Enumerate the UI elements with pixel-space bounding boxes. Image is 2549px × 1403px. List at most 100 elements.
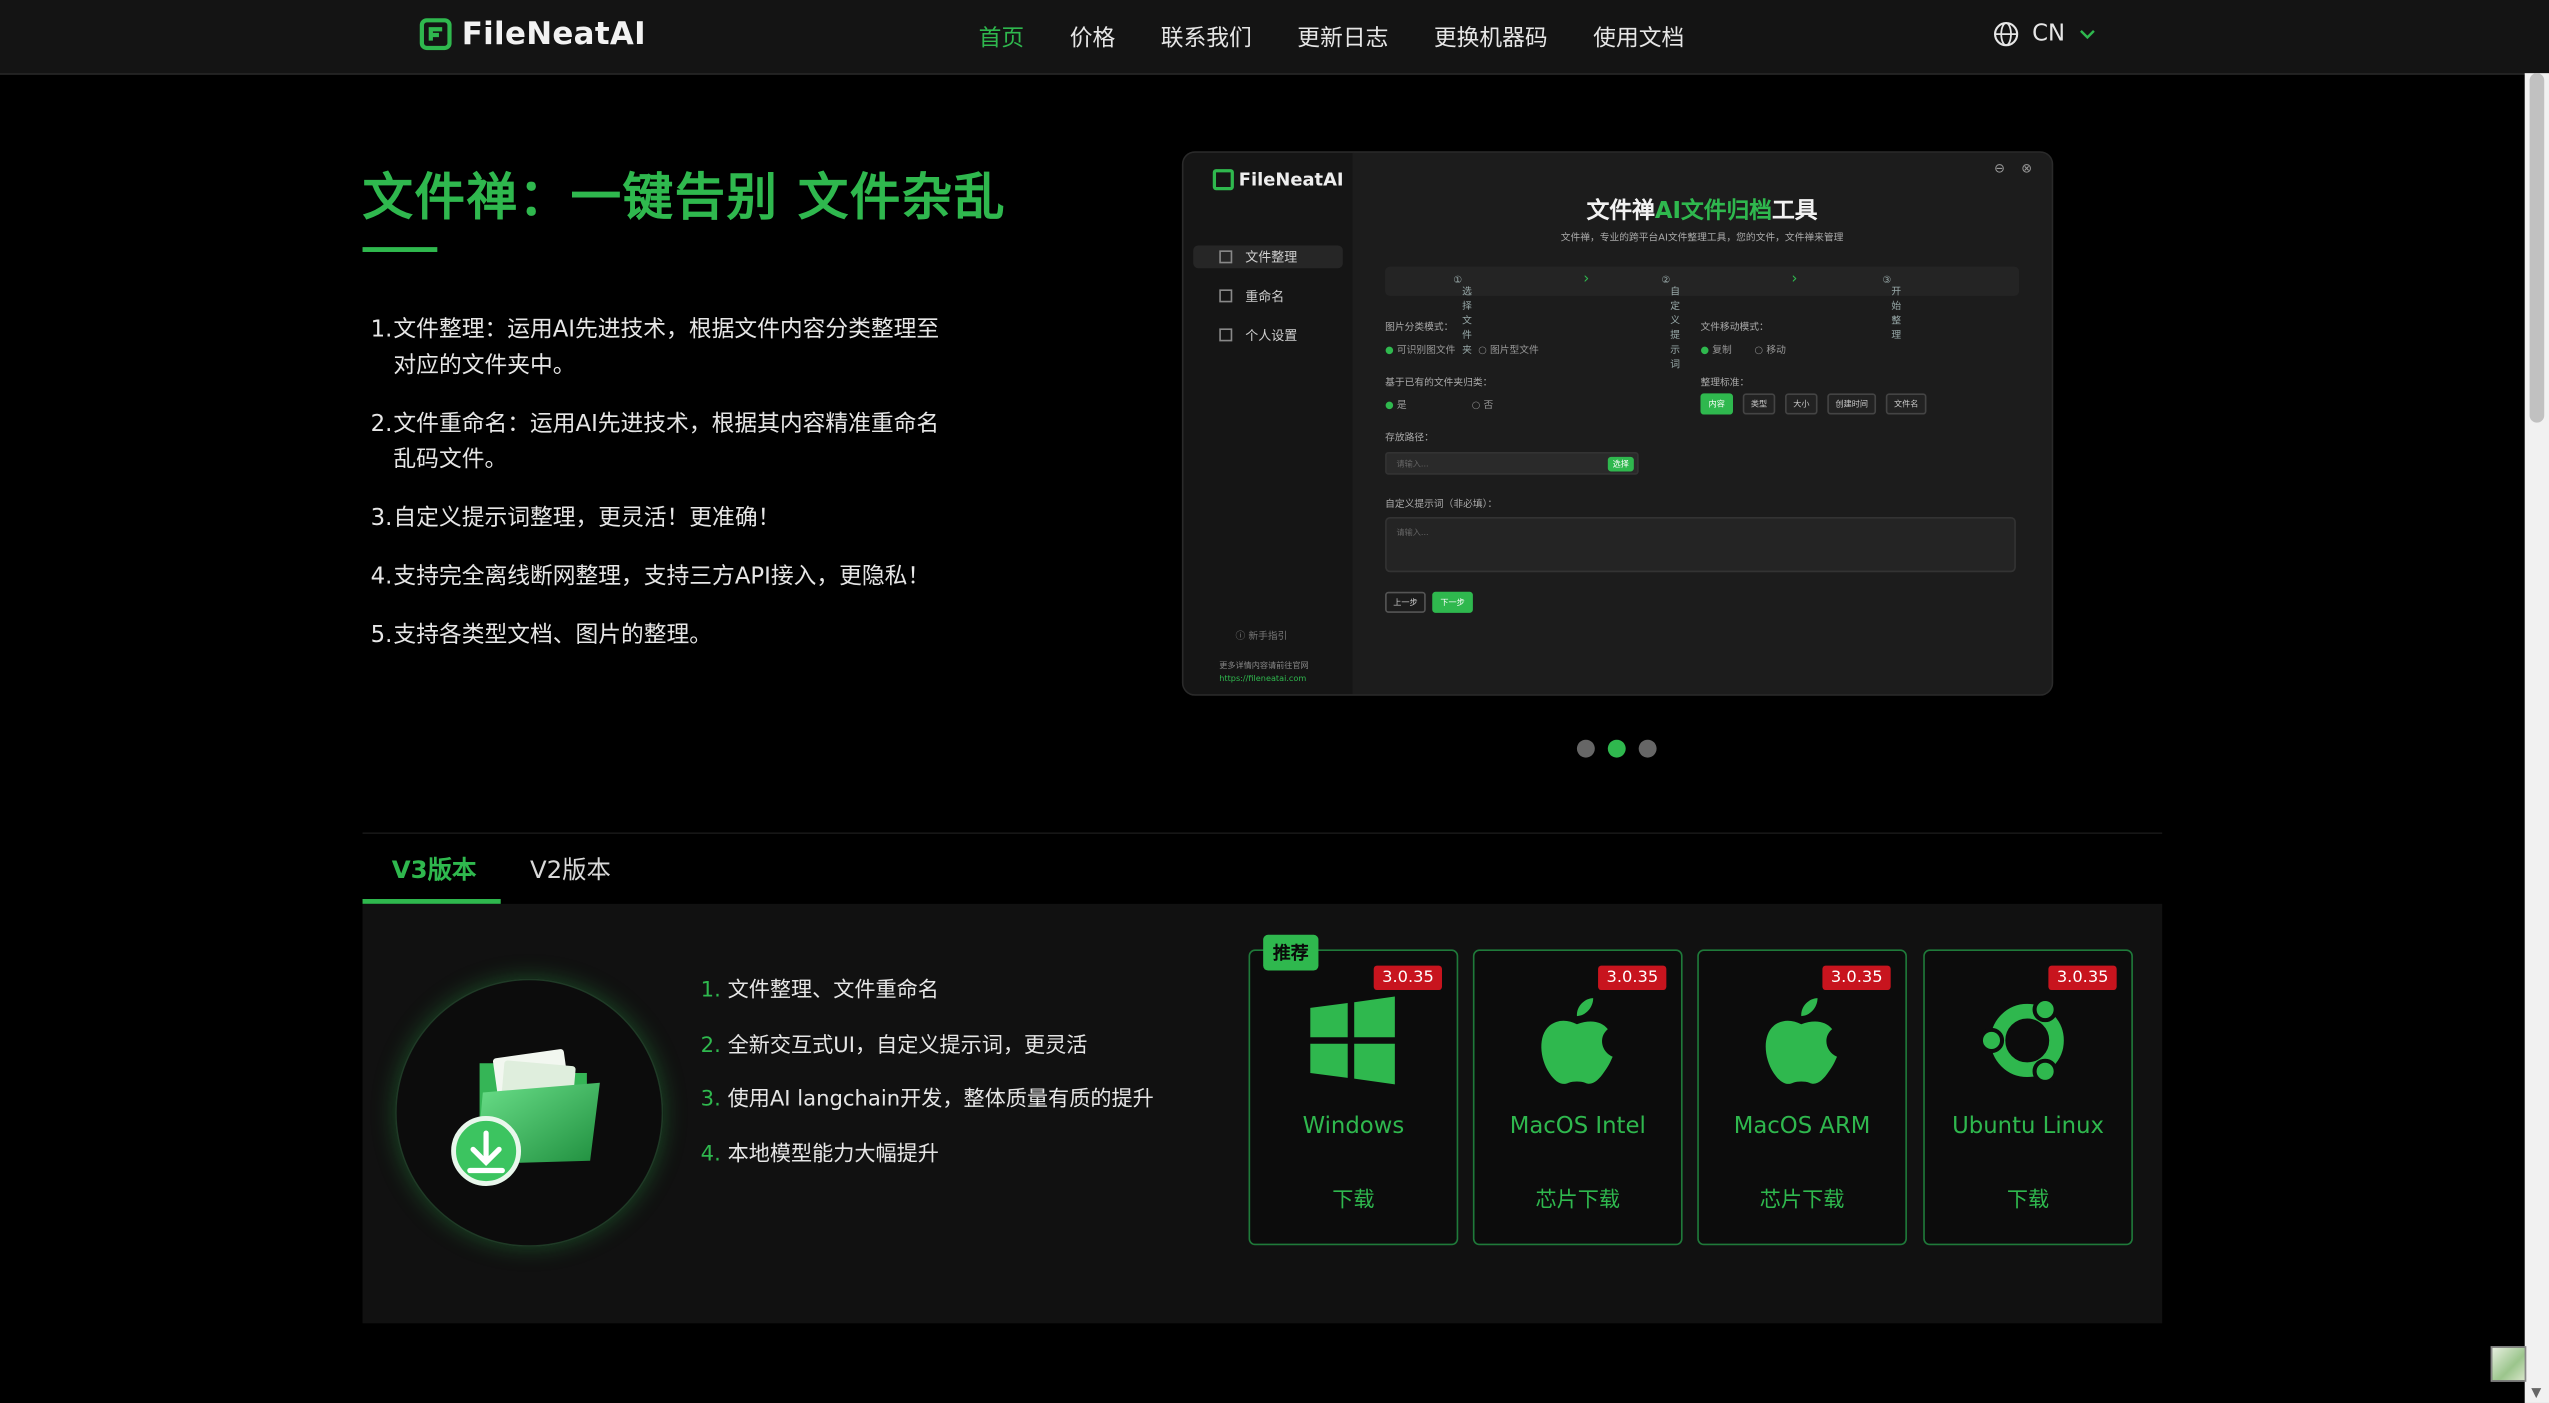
next-button: 下一步 xyxy=(1432,591,1473,613)
nav-change-machine-code[interactable]: 更换机器码 xyxy=(1434,21,1548,54)
download-link[interactable]: 下载 xyxy=(1925,1182,2131,1212)
preview-sidebar-item-organize: 文件整理 xyxy=(1193,245,1343,269)
os-name: Ubuntu Linux xyxy=(1952,1113,2104,1140)
preview-sidebar-item-rename: 重命名 xyxy=(1193,284,1343,307)
download-card-windows[interactable]: 3.0.35 Windows 下载 xyxy=(1248,949,1459,1246)
page-scrollbar[interactable]: ▲ ▼ xyxy=(2524,73,2549,1403)
tab-v3[interactable]: V3版本 xyxy=(392,852,477,886)
preview-title: 文件禅AI文件归档工具 xyxy=(1353,193,2052,226)
os-name: MacOS ARM xyxy=(1733,1113,1871,1140)
list-item: 4. 本地模型能力大幅提升 xyxy=(701,1136,1154,1190)
carousel-dot-3[interactable] xyxy=(1638,739,1657,758)
list-number: 3. xyxy=(700,1087,721,1112)
radio-option: 是 xyxy=(1385,397,1407,411)
list-number: 4. xyxy=(700,1142,721,1167)
radio-option: 移动 xyxy=(1755,341,1786,356)
download-illustration xyxy=(395,978,664,1247)
prompt-label: 自定义提示词（非必填）： xyxy=(1385,499,1498,511)
sidebar-item-label: 文件整理 xyxy=(1245,249,1298,265)
sort-chips: 内容 类型 大小 创建时间 文件名 xyxy=(1700,393,1927,415)
version-badge: 3.0.35 xyxy=(1374,965,1442,991)
footer-text: 更多详情内容请前往官网 xyxy=(1219,661,1309,672)
based-radio-group: 是否 xyxy=(1385,397,1493,411)
list-item: 4. 支持完全离线断网整理，支持三方API接入，更隐私！ xyxy=(371,559,956,595)
list-item: 3. 使用AI langchain开发，整体质量有质的提升 xyxy=(701,1081,1154,1135)
apple-icon xyxy=(1765,998,1838,1084)
step-2: ② 自定义提示词 xyxy=(1661,274,1681,371)
os-name: MacOS Intel xyxy=(1509,1113,1646,1140)
download-link[interactable]: 下载 xyxy=(1250,1182,1456,1212)
nav-changelog[interactable]: 更新日志 xyxy=(1297,21,1388,54)
preview-buttons: 上一步 下一步 xyxy=(1385,591,1473,613)
recommend-badge: 推荐 xyxy=(1263,934,1319,971)
folder-download-icon xyxy=(451,1049,600,1186)
list-item: 1. 文件整理：运用AI先进技术，根据文件内容分类整理至对应的文件夹中。 xyxy=(371,312,956,384)
help-label: 新手指引 xyxy=(1248,630,1288,643)
windows-icon xyxy=(1310,996,1395,1085)
version-badge: 3.0.35 xyxy=(1822,965,1891,991)
version-badge: 3.0.35 xyxy=(1598,965,1667,991)
title-part: 文件禅 xyxy=(1586,198,1655,225)
hero-title-underline xyxy=(362,247,438,252)
title-part: AI文件归档 xyxy=(1654,198,1773,225)
nav-pricing[interactable]: 价格 xyxy=(1070,21,1116,54)
carousel-dot-1[interactable] xyxy=(1576,739,1595,758)
preview-main: ⊖ ⊗ 文件禅AI文件归档工具 文件禅，专业的跨平台AI文件整理工具，您的文件，文… xyxy=(1352,152,2052,695)
list-text: 使用AI langchain开发，整体质量有质的提升 xyxy=(727,1087,1154,1112)
list-item: 2. 全新交互式UI，自定义提示词，更灵活 xyxy=(701,1027,1154,1081)
list-item: 2. 文件重命名：运用AI先进技术，根据其内容精准重命名乱码文件。 xyxy=(371,406,956,478)
step-label: 自定义提示词 xyxy=(1670,286,1681,371)
preview-logo-text: FileNeatAI xyxy=(1238,169,1344,191)
list-text: 文件整理、文件重命名 xyxy=(727,978,939,1004)
scroll-down-arrow-icon[interactable]: ▼ xyxy=(2531,1385,2541,1400)
page: FileNeatAI 首页 价格 联系我们 更新日志 更换机器码 使用文档 CN… xyxy=(0,0,2549,1403)
nav-home[interactable]: 首页 xyxy=(979,21,1025,54)
logo-icon xyxy=(1212,169,1234,191)
gear-icon xyxy=(1219,328,1233,342)
list-text: 文件整理：运用AI先进技术，根据文件内容分类整理至对应的文件夹中。 xyxy=(393,317,940,379)
list-number: 3. xyxy=(370,505,393,532)
list-number: 1. xyxy=(700,978,721,1004)
ubuntu-icon xyxy=(1978,996,2064,1084)
logo[interactable]: FileNeatAI xyxy=(419,16,646,52)
version-badge: 3.0.35 xyxy=(2048,965,2117,991)
preview-logo: FileNeatAI xyxy=(1212,169,1344,191)
scrollbar-thumb[interactable] xyxy=(2529,73,2545,423)
list-number: 2. xyxy=(700,1033,721,1058)
list-text: 支持各类型文档、图片的整理。 xyxy=(393,622,713,649)
mode-label: 图片分类模式： xyxy=(1385,321,1454,334)
preview-window-controls: ⊖ ⊗ xyxy=(1994,161,2032,176)
language-switcher[interactable]: CN xyxy=(1993,21,2097,47)
main-nav: 首页 价格 联系我们 更新日志 更换机器码 使用文档 xyxy=(979,21,1685,54)
radio-option: 图片型文件 xyxy=(1478,341,1539,356)
hero-title: 文件禅：一键告别 文件杂乱 xyxy=(362,169,1006,228)
nav-contact[interactable]: 联系我们 xyxy=(1161,21,1252,54)
sidebar-item-label: 重命名 xyxy=(1245,288,1285,304)
download-card-macos-intel[interactable]: 3.0.35 MacOS Intel 芯片下载 xyxy=(1472,949,1683,1246)
list-item: 5. 支持各类型文档、图片的整理。 xyxy=(371,618,956,654)
floating-thumbnail[interactable] xyxy=(2490,1346,2527,1382)
chevron-right-icon: › xyxy=(1583,271,1590,288)
prompt-textarea: 请输入... xyxy=(1385,516,2016,573)
logo-text: FileNeatAI xyxy=(461,16,646,53)
download-card-macos-arm[interactable]: 3.0.35 MacOS ARM 芯片下载 xyxy=(1697,949,1907,1246)
tab-v2[interactable]: V2版本 xyxy=(530,852,611,886)
nav-docs[interactable]: 使用文档 xyxy=(1593,21,1684,54)
language-label: CN xyxy=(2032,21,2066,48)
logo-icon xyxy=(419,18,452,51)
carousel-dot-2[interactable] xyxy=(1607,739,1626,758)
edit-icon xyxy=(1219,289,1233,303)
download-link[interactable]: 芯片下载 xyxy=(1699,1182,1905,1212)
move-radio-group: 复制 移动 xyxy=(1700,341,1786,356)
step-1: ① 选择文件夹 xyxy=(1453,274,1472,357)
radio-option: 可识别图文件 xyxy=(1385,341,1456,356)
select-button: 选择 xyxy=(1607,456,1634,472)
chip: 类型 xyxy=(1742,393,1776,415)
sidebar-item-label: 个人设置 xyxy=(1245,327,1298,343)
download-link[interactable]: 芯片下载 xyxy=(1475,1182,1681,1212)
path-input: 请输入... 选择 xyxy=(1385,451,1639,475)
list-text: 本地模型能力大幅提升 xyxy=(727,1142,939,1167)
download-card-ubuntu[interactable]: 3.0.35 Ubuntu Linux 下载 xyxy=(1923,949,2133,1246)
preview-footer: 更多详情内容请前往官网 https://fileneatai.com xyxy=(1219,660,1308,686)
preview-sidebar: FileNeatAI 文件整理 重命名 个人设置 ⓘ 新手指引 更多详情内容请前… xyxy=(1183,152,1355,695)
